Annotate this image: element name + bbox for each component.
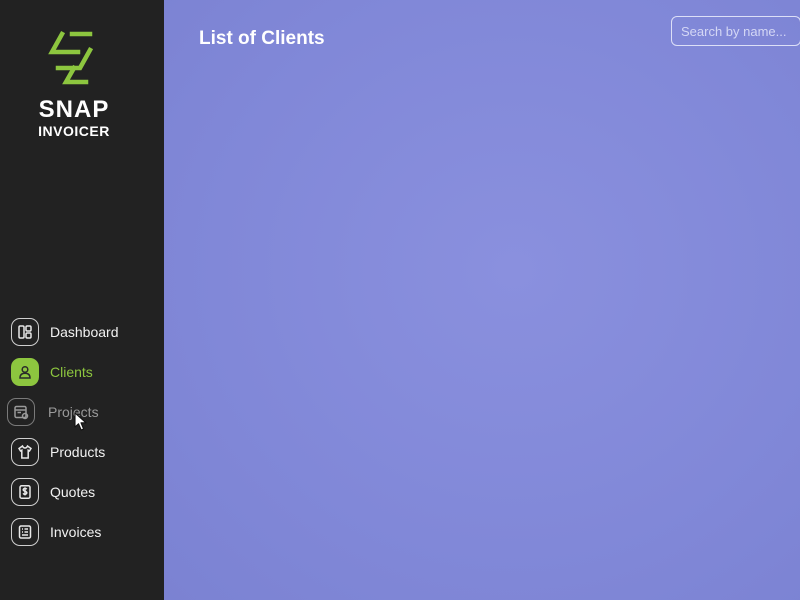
sidebar-item-clients[interactable]: Clients (0, 352, 164, 392)
sidebar-item-label: Invoices (50, 524, 102, 540)
project-calendar-icon (7, 398, 35, 426)
tshirt-icon (11, 438, 39, 466)
sidebar-item-products[interactable]: Products (0, 432, 164, 472)
sidebar-item-label: Products (50, 444, 106, 460)
logo-line-1: SNAP (38, 96, 110, 123)
sidebar-item-quotes[interactable]: Quotes (0, 472, 164, 512)
sidebar-item-dashboard[interactable]: Dashboard (0, 312, 164, 352)
sidebar-item-invoices[interactable]: Invoices (0, 512, 164, 552)
logo-wordmark: SNAP INVOICER (0, 96, 148, 139)
user-icon (11, 358, 39, 386)
sidebar-item-label: Dashboard (50, 324, 119, 340)
app-logo[interactable]: SNAP INVOICER (0, 28, 148, 138)
lightning-logo-icon (48, 30, 94, 85)
main-content: List of Clients (164, 0, 800, 600)
invoice-list-icon (11, 518, 39, 546)
app-window: SNAP INVOICER Dashboard Clients Projects… (0, 0, 800, 600)
sidebar-nav: Dashboard Clients Projects Products Quot… (0, 312, 164, 552)
search-input[interactable] (671, 16, 800, 46)
dollar-document-icon (11, 478, 39, 506)
mouse-pointer-icon (74, 412, 87, 431)
logo-line-2: INVOICER (38, 123, 110, 139)
sidebar-item-label: Quotes (50, 484, 96, 500)
sidebar: SNAP INVOICER Dashboard Clients Projects… (0, 0, 164, 600)
page-title: List of Clients (199, 28, 325, 49)
sidebar-item-label: Clients (50, 364, 93, 380)
dashboard-grid-icon (11, 318, 39, 346)
